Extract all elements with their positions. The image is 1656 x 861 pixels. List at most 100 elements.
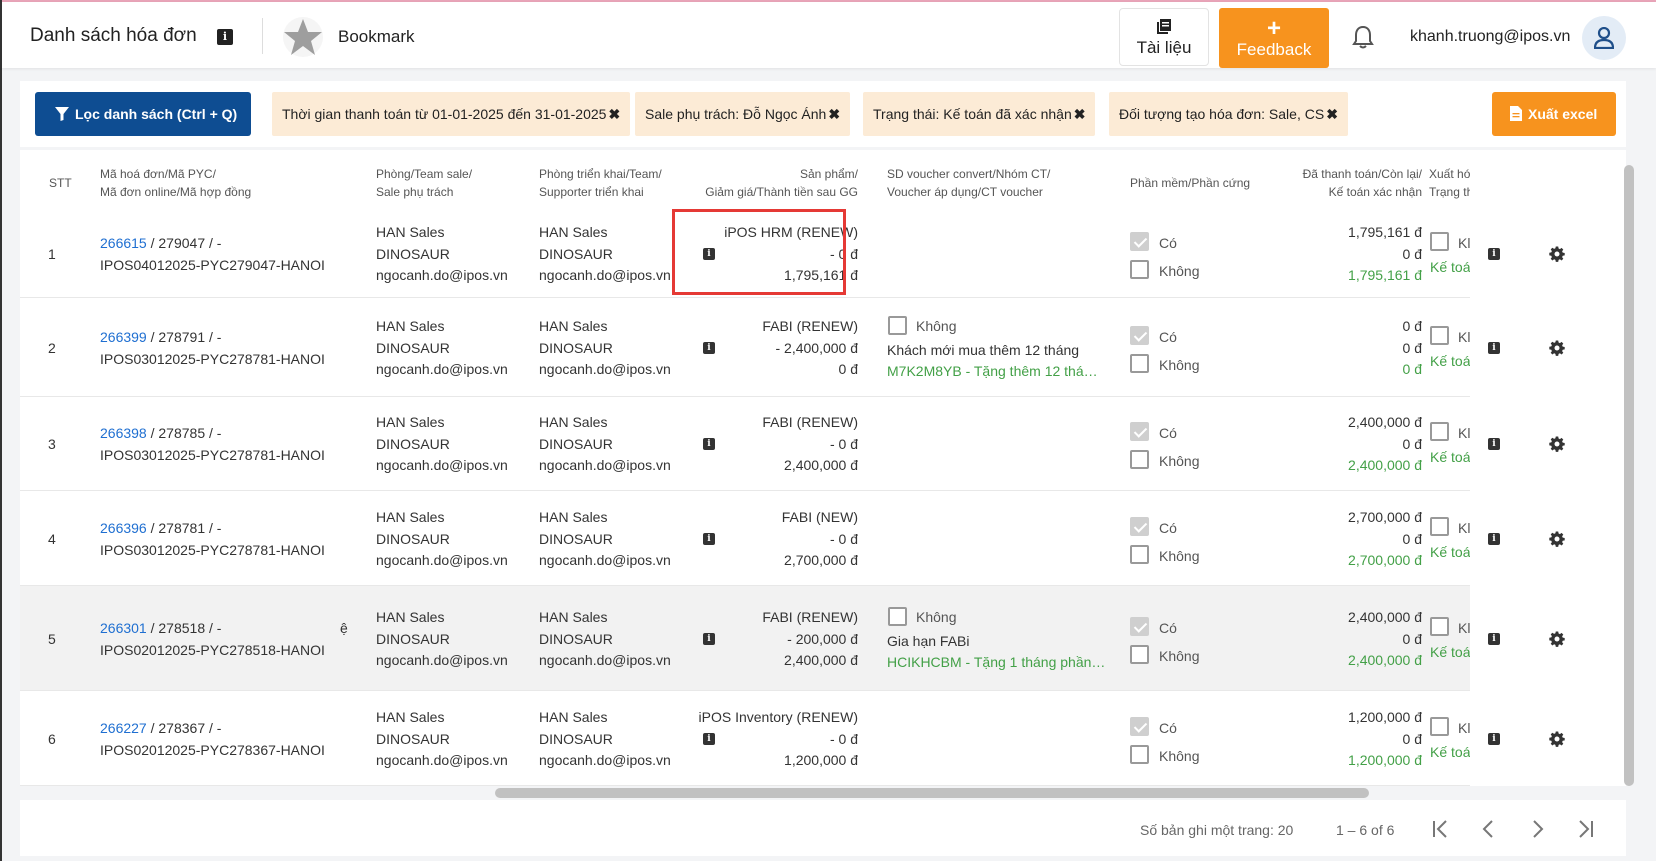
- close-icon[interactable]: ✖: [608, 106, 620, 122]
- gear-icon[interactable]: [1549, 246, 1565, 262]
- remaining-amount: 0 đ: [1402, 340, 1422, 356]
- rows-per-page[interactable]: Số bản ghi một trang: 20: [1140, 822, 1293, 838]
- voucher-checkbox[interactable]: [888, 316, 907, 335]
- deploy-email: ngocanh.do@ipos.vn: [539, 752, 671, 768]
- export-label: Kl: [1458, 520, 1470, 536]
- filter-chip-status[interactable]: Trạng thái: Kế toán đã xác nhận ✖: [863, 92, 1096, 136]
- info-icon[interactable]: i: [703, 342, 715, 354]
- invoice-link[interactable]: 266227: [100, 720, 147, 736]
- hardware-checkbox[interactable]: [1130, 745, 1149, 764]
- export-invoice-checkbox[interactable]: [1430, 232, 1449, 251]
- product-name: iPOS Inventory (RENEW): [698, 709, 858, 725]
- gear-icon[interactable]: [1549, 731, 1565, 747]
- row-info-icon[interactable]: i: [1488, 342, 1500, 354]
- info-icon[interactable]: i: [703, 633, 715, 645]
- hardware-checkbox[interactable]: [1130, 450, 1149, 469]
- row-info-icon[interactable]: i: [1488, 438, 1500, 450]
- feedback-button[interactable]: + Feedback: [1219, 8, 1329, 68]
- filter-chip-object[interactable]: Đối tượng tạo hóa đơn: Sale, CS ✖: [1109, 92, 1348, 136]
- software-checkbox[interactable]: [1130, 517, 1149, 536]
- table-row[interactable]: 2 266399 / 278791 / - IPOS03012025-PYC2787…: [20, 298, 1470, 397]
- sale-team: HAN Sales: [376, 509, 445, 525]
- user-email[interactable]: khanh.truong@ipos.vn: [1410, 28, 1570, 46]
- table-row[interactable]: 3 266398 / 278785 / - IPOS03012025-PYC2787…: [20, 397, 1470, 491]
- info-icon[interactable]: i: [703, 733, 715, 745]
- close-icon[interactable]: ✖: [1074, 106, 1086, 122]
- table-row[interactable]: 1 266615 / 279047 / - IPOS04012025-PYC2790…: [20, 210, 1470, 298]
- row-info-icon[interactable]: i: [1488, 533, 1500, 545]
- row-info-icon[interactable]: i: [1488, 633, 1500, 645]
- info-icon[interactable]: i: [217, 29, 233, 45]
- next-page-icon[interactable]: [1524, 816, 1550, 842]
- close-icon[interactable]: ✖: [828, 106, 840, 122]
- gear-icon[interactable]: [1549, 436, 1565, 452]
- info-icon[interactable]: i: [703, 533, 715, 545]
- export-invoice-checkbox[interactable]: [1430, 617, 1449, 636]
- filter-chip-time[interactable]: Thời gian thanh toán từ 01-01-2025 đến 3…: [272, 92, 631, 136]
- yes-label: Có: [1159, 620, 1177, 636]
- table-row[interactable]: 6 266227 / 278367 / - IPOS02012025-PYC2783…: [20, 691, 1470, 786]
- export-invoice-checkbox[interactable]: [1430, 326, 1449, 345]
- export-label: Kl: [1458, 329, 1470, 345]
- voucher-none-label: Không: [916, 609, 957, 625]
- row-info-icon[interactable]: i: [1488, 248, 1500, 260]
- invoice-link[interactable]: 266615: [100, 235, 147, 251]
- invoice-link[interactable]: 266399: [100, 329, 147, 345]
- confirmed-amount: 2,400,000 đ: [1348, 457, 1422, 473]
- voucher-code[interactable]: M7K2M8YB - Tặng thêm 12 thá…: [887, 360, 1098, 382]
- yes-label: Có: [1159, 520, 1177, 536]
- hardware-checkbox[interactable]: [1130, 545, 1149, 564]
- row-stt: 2: [48, 340, 56, 356]
- paid-amount: 1,200,000 đ: [1348, 709, 1422, 725]
- export-invoice-checkbox[interactable]: [1430, 422, 1449, 441]
- vertical-scrollbar[interactable]: [1624, 165, 1634, 786]
- no-label: Không: [1159, 357, 1200, 373]
- export-invoice-checkbox[interactable]: [1430, 517, 1449, 536]
- feedback-label: Feedback: [1236, 40, 1312, 59]
- export-label: Kl: [1458, 720, 1470, 736]
- docs-button[interactable]: Tài liệu: [1119, 8, 1209, 66]
- hardware-checkbox[interactable]: [1130, 260, 1149, 279]
- close-icon[interactable]: ✖: [1326, 106, 1338, 122]
- bell-icon[interactable]: [1351, 24, 1375, 50]
- yes-label: Có: [1159, 720, 1177, 736]
- software-checkbox[interactable]: [1130, 326, 1149, 345]
- last-page-icon[interactable]: [1572, 816, 1598, 842]
- prev-page-icon[interactable]: [1476, 816, 1502, 842]
- info-icon[interactable]: i: [703, 248, 715, 260]
- gear-icon[interactable]: [1549, 340, 1565, 356]
- software-checkbox[interactable]: [1130, 617, 1149, 636]
- product-name: iPOS HRM (RENEW): [724, 224, 858, 240]
- gear-icon[interactable]: [1549, 531, 1565, 547]
- sale-team-group: DINOSAUR: [376, 631, 450, 647]
- product-name: FABI (RENEW): [762, 318, 858, 334]
- filter-list-button[interactable]: Lọc danh sách (Ctrl + Q): [35, 92, 251, 136]
- voucher-code[interactable]: HCIKHCBM - Tặng 1 tháng phần…: [887, 651, 1105, 673]
- invoice-link[interactable]: 266301: [100, 620, 147, 636]
- software-checkbox[interactable]: [1130, 232, 1149, 251]
- software-checkbox[interactable]: [1130, 422, 1149, 441]
- row-info-icon[interactable]: i: [1488, 733, 1500, 745]
- invoice-link[interactable]: 266398: [100, 425, 147, 441]
- export-column: Kl Kế toá: [1429, 691, 1470, 786]
- gear-icon[interactable]: [1549, 631, 1565, 647]
- first-page-icon[interactable]: [1428, 816, 1454, 842]
- info-icon[interactable]: i: [703, 438, 715, 450]
- sale-email: ngocanh.do@ipos.vn: [376, 552, 508, 568]
- avatar[interactable]: [1582, 16, 1626, 60]
- export-excel-button[interactable]: Xuất excel: [1492, 92, 1616, 136]
- horizontal-scrollbar[interactable]: [495, 788, 1369, 798]
- table-row[interactable]: 4 266396 / 278781 / - IPOS03012025-PYC2787…: [20, 491, 1470, 586]
- hardware-checkbox[interactable]: [1130, 354, 1149, 373]
- hardware-checkbox[interactable]: [1130, 645, 1149, 664]
- star-icon[interactable]: [282, 16, 324, 58]
- invoice-link[interactable]: 266396: [100, 520, 147, 536]
- accountant-status: Kế toá: [1430, 544, 1470, 560]
- filter-chip-sale[interactable]: Sale phụ trách: Đỗ Ngọc Ánh ✖: [635, 92, 851, 136]
- bookmark-label[interactable]: Bookmark: [338, 27, 415, 47]
- software-checkbox[interactable]: [1130, 717, 1149, 736]
- voucher-checkbox[interactable]: [888, 607, 907, 626]
- deploy-email: ngocanh.do@ipos.vn: [539, 361, 671, 377]
- table-row[interactable]: 5 266301 / 278518 / - IPOS02012025-PYC2785…: [20, 586, 1470, 691]
- export-invoice-checkbox[interactable]: [1430, 717, 1449, 736]
